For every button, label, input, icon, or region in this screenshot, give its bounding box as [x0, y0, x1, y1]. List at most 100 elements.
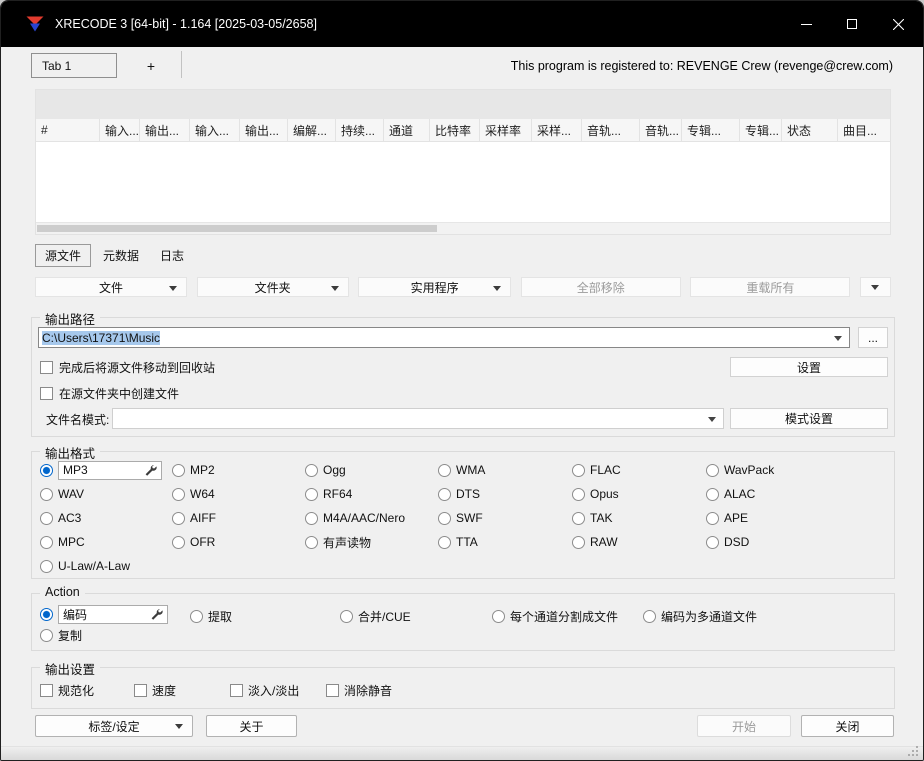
format-option-ape[interactable]: APE — [706, 511, 890, 525]
format-option-aiff[interactable]: AIFF — [172, 511, 305, 525]
checkbox-move-to-recycle[interactable]: 完成后将源文件移动到回收站 — [40, 359, 215, 376]
format-option-tak[interactable]: TAK — [572, 511, 706, 525]
action-option-encode[interactable]: 编码 — [40, 605, 168, 624]
format-option-m4a[interactable]: M4A/AAC/Nero — [305, 511, 438, 525]
checkbox-fade-in-out[interactable]: 淡入/淡出 — [230, 682, 299, 699]
output-path-combobox[interactable]: C:\Users\17371\Music — [38, 327, 850, 348]
close-window-button[interactable]: 关闭 — [801, 715, 894, 737]
format-option-rf64[interactable]: RF64 — [305, 487, 438, 501]
format-option-mp2[interactable]: MP2 — [172, 463, 305, 477]
format-option-audiobook[interactable]: 有声读物 — [305, 534, 438, 551]
column-header[interactable]: 专辑... — [740, 119, 782, 141]
start-button[interactable]: 开始 — [697, 715, 791, 737]
chevron-down-icon — [331, 286, 339, 291]
filename-pattern-combobox[interactable] — [112, 408, 724, 429]
format-option-w64[interactable]: W64 — [172, 487, 305, 501]
column-header[interactable]: 采样率 — [480, 119, 532, 141]
format-option-raw[interactable]: RAW — [572, 535, 706, 549]
add-tab-button[interactable]: + — [129, 53, 173, 78]
chevron-down-icon — [169, 286, 177, 291]
format-option-wavpack[interactable]: WavPack — [706, 463, 890, 477]
column-header[interactable]: 编解... — [288, 119, 336, 141]
format-option-swf[interactable]: SWF — [438, 511, 572, 525]
wrench-icon[interactable] — [144, 464, 157, 477]
reload-all-button[interactable]: 重载所有 — [690, 277, 850, 297]
format-option-ofr[interactable]: OFR — [172, 535, 305, 549]
column-header[interactable]: 音轨... — [640, 119, 682, 141]
column-header[interactable]: 持续... — [336, 119, 384, 141]
tab-bar: Tab 1 + This program is registered to: R… — [1, 47, 923, 79]
action-option-multichannel[interactable]: 编码为多通道文件 — [643, 608, 757, 625]
column-header[interactable]: 状态 — [782, 119, 838, 141]
file-dropdown-button[interactable]: 文件 — [35, 277, 187, 297]
horizontal-scrollbar[interactable] — [36, 222, 890, 234]
column-header[interactable]: 采样... — [532, 119, 582, 141]
maximize-button[interactable] — [829, 1, 875, 47]
format-option-ulaw[interactable]: U-Law/A-Law — [40, 559, 172, 573]
more-options-button[interactable] — [860, 277, 891, 297]
output-path-group: 输出路径 C:\Users\17371\Music ... 设置 完成后将源文件… — [31, 317, 895, 437]
tab-log-label: 日志 — [160, 247, 184, 264]
column-header[interactable]: 音轨... — [582, 119, 640, 141]
wrench-icon[interactable] — [150, 608, 163, 621]
radio-icon — [40, 536, 53, 549]
app-window: XRECODE 3 [64-bit] - 1.164 [2025-03-05/2… — [0, 0, 924, 761]
folder-dropdown-button[interactable]: 文件夹 — [197, 277, 349, 297]
column-header[interactable]: 输入... — [100, 119, 140, 141]
settings-button[interactable]: 设置 — [730, 357, 888, 377]
checkbox-normalize[interactable]: 规范化 — [40, 682, 94, 699]
checkbox-remove-silence[interactable]: 消除静音 — [326, 682, 392, 699]
radio-icon — [572, 488, 585, 501]
column-header[interactable]: 比特率 — [430, 119, 480, 141]
utilities-dropdown-button[interactable]: 实用程序 — [358, 277, 511, 297]
format-option-wma[interactable]: WMA — [438, 463, 572, 477]
resize-grip-icon[interactable] — [907, 745, 919, 757]
tags-settings-button[interactable]: 标签/设定 — [35, 715, 193, 737]
maximize-icon — [847, 19, 857, 29]
minimize-button[interactable] — [783, 1, 829, 47]
column-header[interactable]: 通道 — [384, 119, 430, 141]
radio-icon — [706, 464, 719, 477]
format-option-dts[interactable]: DTS — [438, 487, 572, 501]
format-option-flac[interactable]: FLAC — [572, 463, 706, 477]
tab-1[interactable]: Tab 1 — [31, 53, 117, 78]
remove-all-button[interactable]: 全部移除 — [521, 277, 681, 297]
checkbox-speed[interactable]: 速度 — [134, 682, 176, 699]
action-option-extract[interactable]: 提取 — [190, 608, 232, 625]
about-button[interactable]: 关于 — [206, 715, 297, 737]
source-toolbar: 文件 文件夹 实用程序 全部移除 重载所有 — [35, 277, 891, 297]
column-header[interactable]: # — [36, 119, 100, 141]
radio-icon — [172, 536, 185, 549]
action-option-copy[interactable]: 复制 — [40, 627, 82, 644]
scrollbar-thumb[interactable] — [37, 225, 437, 232]
action-option-split-channels[interactable]: 每个通道分割成文件 — [492, 608, 618, 625]
format-label: RF64 — [323, 487, 352, 501]
column-header[interactable]: 曲目... — [838, 119, 890, 141]
column-header[interactable]: 输出... — [240, 119, 288, 141]
format-label: Opus — [590, 487, 619, 501]
format-option-tta[interactable]: TTA — [438, 535, 572, 549]
format-option-opus[interactable]: Opus — [572, 487, 706, 501]
action-option-merge-cue[interactable]: 合并/CUE — [340, 608, 411, 625]
tab-log[interactable]: 日志 — [151, 244, 193, 267]
pattern-settings-button[interactable]: 模式设置 — [730, 408, 888, 429]
format-option-dsd[interactable]: DSD — [706, 535, 890, 549]
tab-metadata[interactable]: 元数据 — [94, 244, 148, 267]
output-path-group-title: 输出路径 — [40, 309, 100, 328]
format-option-mpc[interactable]: MPC — [40, 535, 172, 549]
column-header[interactable]: 输出... — [140, 119, 190, 141]
output-path-value: C:\Users\17371\Music — [42, 331, 160, 345]
checkbox-icon — [40, 387, 53, 400]
close-button[interactable] — [875, 1, 921, 47]
tab-source-files[interactable]: 源文件 — [35, 244, 91, 267]
format-option-ogg[interactable]: Ogg — [305, 463, 438, 477]
browse-button[interactable]: ... — [858, 327, 888, 348]
format-option-alac[interactable]: ALAC — [706, 487, 890, 501]
column-header[interactable]: 输入... — [190, 119, 240, 141]
settings-button-label: 设置 — [797, 359, 821, 376]
format-option-ac3[interactable]: AC3 — [40, 511, 172, 525]
format-option-wav[interactable]: WAV — [40, 487, 172, 501]
format-option-mp3[interactable]: MP3 — [40, 461, 172, 480]
checkbox-create-in-source-folder[interactable]: 在源文件夹中创建文件 — [40, 385, 179, 402]
column-header[interactable]: 专辑... — [682, 119, 740, 141]
